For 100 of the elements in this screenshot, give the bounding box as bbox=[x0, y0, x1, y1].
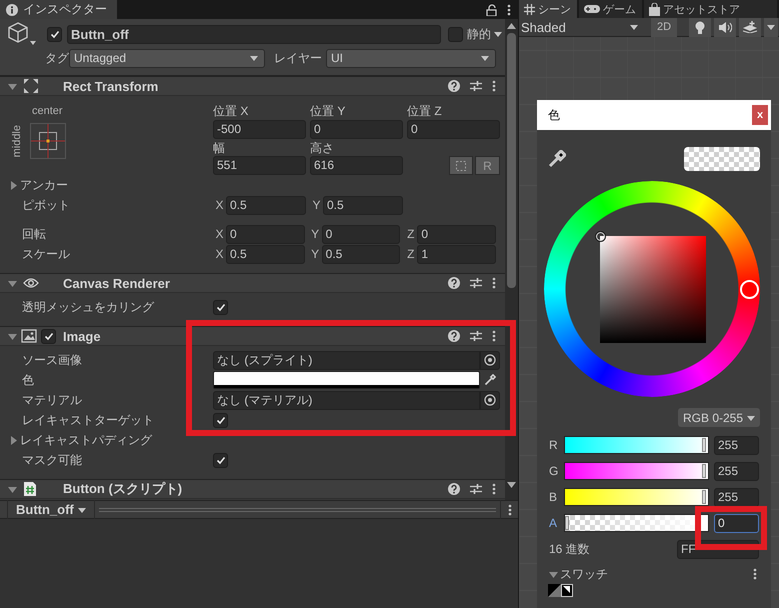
foldout-arrow[interactable] bbox=[9, 180, 18, 190]
kebab-menu-icon[interactable] bbox=[492, 80, 496, 92]
sliders-icon[interactable] bbox=[470, 483, 482, 495]
foldout-arrow[interactable] bbox=[8, 332, 17, 340]
object-picker-icon[interactable] bbox=[484, 394, 496, 406]
mode-dropdown[interactable]: RGB 0-255 bbox=[678, 408, 760, 427]
shading-dropdown[interactable]: Shaded bbox=[519, 18, 646, 36]
number-field[interactable]: 0 bbox=[322, 224, 400, 244]
number-field[interactable]: 1 bbox=[417, 244, 496, 264]
number-field[interactable]: 0.5 bbox=[323, 196, 403, 214]
script-file-icon bbox=[23, 481, 37, 497]
axis-label: Y bbox=[310, 227, 320, 241]
lock-icon[interactable] bbox=[486, 4, 497, 16]
number-field[interactable]: 616 bbox=[310, 156, 403, 175]
kebab-menu-icon[interactable] bbox=[492, 483, 496, 495]
view-tab[interactable]: シーン bbox=[519, 0, 577, 18]
checkbox[interactable] bbox=[47, 26, 62, 42]
help-icon[interactable] bbox=[448, 330, 460, 342]
number-field[interactable]: 255 bbox=[714, 462, 759, 480]
swatch-icon[interactable] bbox=[548, 584, 574, 597]
tag-dropdown[interactable]: Untagged bbox=[69, 48, 265, 68]
layer-dropdown[interactable]: UI bbox=[326, 48, 496, 68]
scrollbar-thumb[interactable] bbox=[507, 33, 516, 288]
number-field[interactable]: 255 bbox=[714, 436, 759, 454]
view-tab[interactable]: アセットストア bbox=[644, 0, 777, 18]
channel-slider[interactable] bbox=[564, 488, 709, 506]
channel-label: R bbox=[549, 438, 559, 452]
sliders-icon[interactable] bbox=[470, 277, 482, 289]
layers-icon[interactable] bbox=[743, 21, 757, 33]
object-field[interactable]: なし (スプライト) bbox=[213, 350, 480, 370]
property-label: マテリアル bbox=[22, 392, 82, 408]
foldout-label: レイキャストパディング bbox=[20, 432, 152, 448]
close-button[interactable]: x bbox=[752, 105, 768, 125]
number-field[interactable]: 0 bbox=[310, 120, 403, 139]
caret-icon bbox=[250, 55, 258, 61]
kebab-menu-icon[interactable] bbox=[507, 4, 511, 16]
speaker-icon[interactable] bbox=[718, 22, 732, 32]
object-dropdown[interactable]: Buttn_off bbox=[7, 500, 95, 519]
kebab-menu-icon[interactable] bbox=[492, 277, 496, 289]
name-field[interactable]: Buttn_off bbox=[67, 24, 441, 44]
help-icon[interactable] bbox=[448, 277, 460, 289]
eyedropper-icon[interactable] bbox=[484, 374, 496, 386]
channel-slider[interactable] bbox=[564, 436, 709, 454]
object-picker-icon[interactable] bbox=[484, 354, 496, 366]
channel-slider[interactable] bbox=[564, 514, 709, 532]
checkmark-icon bbox=[48, 28, 60, 40]
checkbox[interactable] bbox=[41, 328, 56, 344]
cube-icon bbox=[6, 21, 36, 47]
foldout-arrow[interactable] bbox=[8, 484, 17, 494]
scroll-up-arrow[interactable] bbox=[507, 23, 516, 29]
sliders-icon[interactable] bbox=[470, 80, 482, 92]
eyedropper-icon[interactable] bbox=[548, 150, 566, 168]
checkbox[interactable] bbox=[213, 412, 228, 428]
number-field[interactable]: 0 bbox=[714, 514, 759, 532]
checkbox[interactable] bbox=[213, 452, 228, 468]
number-field[interactable]: 0.5 bbox=[226, 244, 305, 264]
number-field[interactable]: 0 bbox=[226, 224, 305, 244]
kebab-menu-icon[interactable] bbox=[492, 330, 496, 342]
number-field[interactable]: -500 bbox=[213, 120, 306, 139]
number-field[interactable]: 0 bbox=[417, 224, 496, 244]
checkbox[interactable] bbox=[448, 26, 463, 42]
axis-label: X bbox=[214, 227, 224, 241]
scroll-down-arrow[interactable] bbox=[507, 482, 516, 488]
channel-slider[interactable] bbox=[564, 462, 709, 480]
dashed-square-icon bbox=[456, 160, 466, 170]
2d-toggle[interactable]: 2D bbox=[651, 18, 677, 36]
color-field[interactable] bbox=[213, 371, 480, 389]
axis-label: Z bbox=[406, 227, 416, 241]
foldout-arrow[interactable] bbox=[549, 570, 558, 578]
inspector-tab[interactable]: インスペクター bbox=[0, 0, 117, 19]
kebab-menu-icon[interactable] bbox=[508, 504, 512, 516]
lightbulb-icon[interactable] bbox=[695, 20, 705, 34]
anchor-preset-icon[interactable] bbox=[30, 123, 66, 159]
field-label: 位置 Y bbox=[310, 103, 346, 120]
sliders-icon[interactable] bbox=[470, 330, 482, 342]
property-label: ピボット bbox=[22, 196, 70, 214]
number-field[interactable]: 0.5 bbox=[322, 244, 400, 264]
checkmark-icon bbox=[42, 330, 54, 342]
kebab-menu-icon[interactable] bbox=[753, 568, 757, 580]
field-label: 位置 X bbox=[213, 103, 250, 120]
foldout-arrow[interactable] bbox=[9, 436, 18, 444]
layer-label: レイヤー bbox=[274, 50, 322, 66]
help-icon[interactable] bbox=[448, 80, 460, 92]
object-field[interactable]: なし (マテリアル) bbox=[213, 390, 480, 410]
help-icon[interactable] bbox=[448, 483, 460, 495]
number-field[interactable]: 0.5 bbox=[226, 196, 306, 214]
static-dropdown[interactable]: 静的 bbox=[467, 26, 502, 42]
field-label: 高さ bbox=[310, 140, 335, 156]
saturation-value-square[interactable] bbox=[600, 236, 706, 343]
blueprint-button[interactable] bbox=[449, 156, 473, 175]
view-tab[interactable]: ゲーム bbox=[579, 0, 642, 18]
foldout-arrow[interactable] bbox=[8, 82, 17, 90]
number-field[interactable]: 255 bbox=[714, 488, 759, 506]
caret-icon bbox=[767, 24, 775, 30]
number-field[interactable]: 0 bbox=[407, 120, 500, 139]
foldout-arrow[interactable] bbox=[8, 278, 17, 288]
number-field[interactable]: 551 bbox=[213, 156, 306, 175]
field-label: 幅 bbox=[213, 140, 226, 156]
picker-handle[interactable] bbox=[595, 231, 606, 242]
checkbox[interactable] bbox=[213, 300, 228, 314]
